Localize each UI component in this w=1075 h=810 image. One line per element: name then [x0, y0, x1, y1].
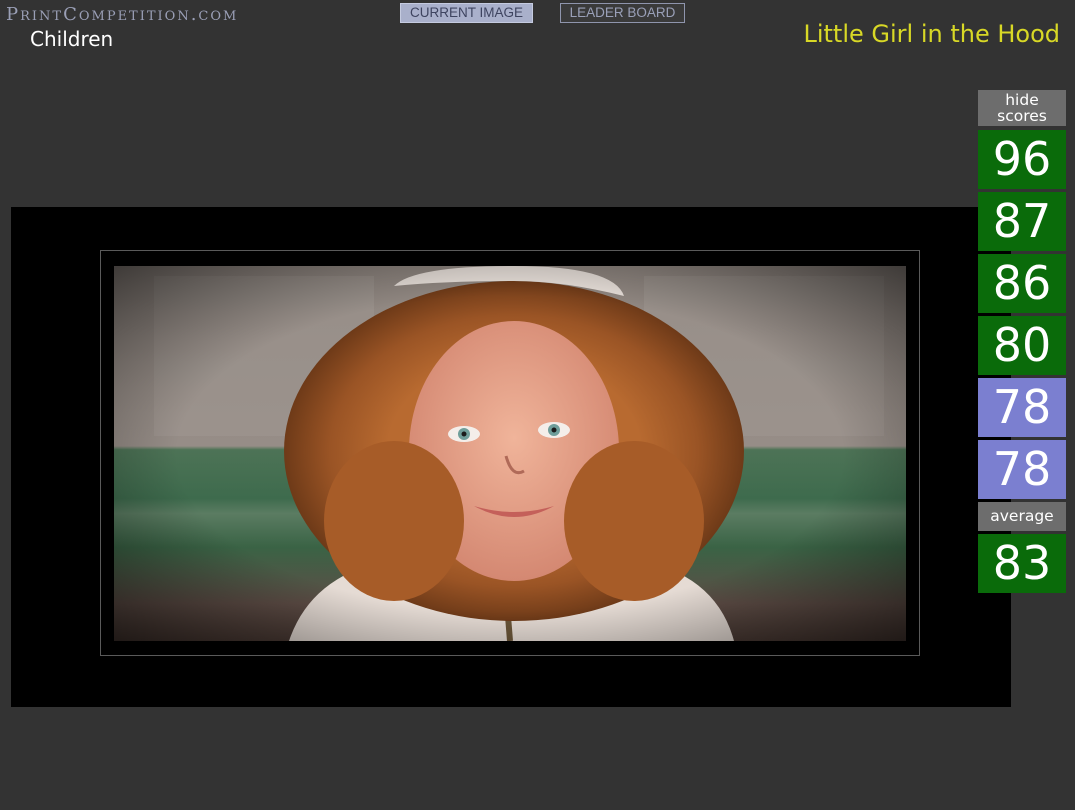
category-label: Children: [30, 27, 114, 51]
average-score: 83: [978, 534, 1066, 593]
image-title: Little Girl in the Hood: [803, 20, 1060, 48]
competition-photo: [114, 266, 906, 641]
hide-scores-button[interactable]: hide scores: [978, 90, 1066, 126]
judge-score-5: 78: [978, 378, 1066, 437]
leader-board-button[interactable]: LEADER BOARD: [560, 3, 685, 23]
site-logo[interactable]: PrintCompetition.com: [6, 4, 238, 25]
current-image-button[interactable]: CURRENT IMAGE: [400, 3, 533, 23]
judge-score-4: 80: [978, 316, 1066, 375]
judge-score-2: 87: [978, 192, 1066, 251]
average-label: average: [978, 502, 1066, 531]
judge-score-1: 96: [978, 130, 1066, 189]
judge-score-3: 86: [978, 254, 1066, 313]
judge-score-6: 78: [978, 440, 1066, 499]
scores-label: scores: [997, 107, 1047, 125]
